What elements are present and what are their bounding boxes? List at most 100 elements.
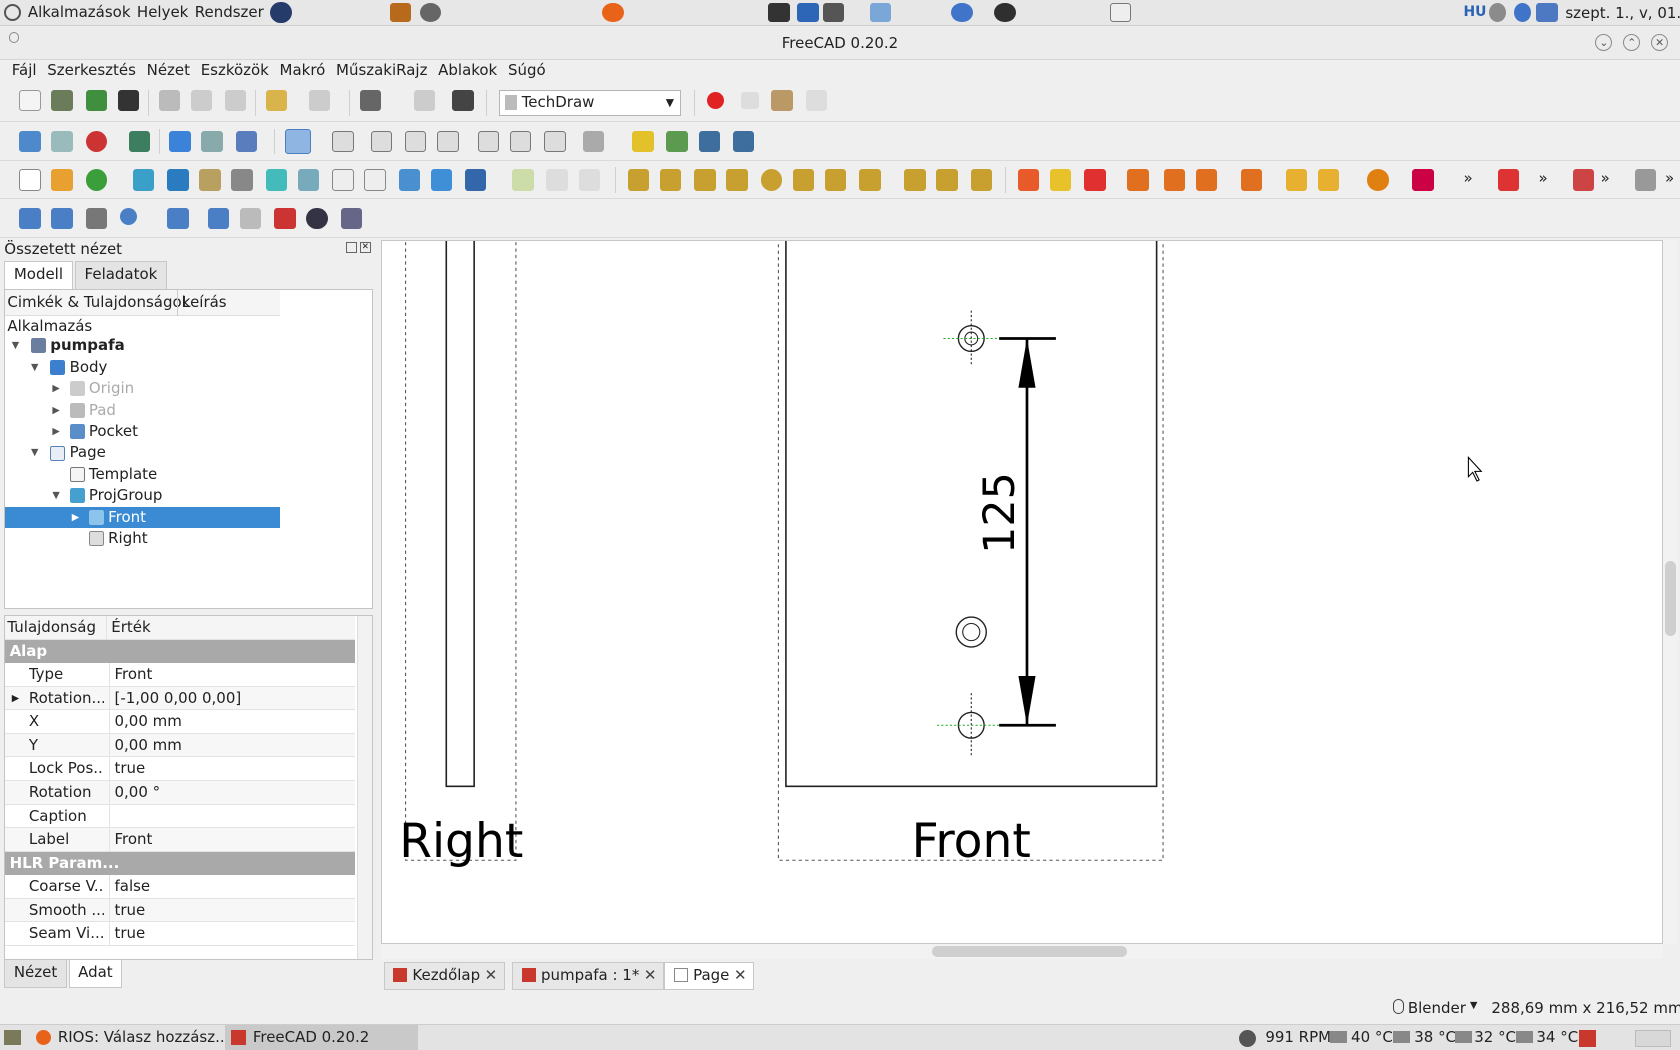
- tab-start-page[interactable]: Kezdőlap ✕: [383, 962, 505, 990]
- fit-all-icon[interactable]: [19, 130, 41, 153]
- export-icon[interactable]: [1572, 169, 1595, 191]
- clip-group-icon[interactable]: [430, 169, 453, 191]
- insert-view-icon[interactable]: [132, 169, 155, 191]
- tree-item-pumpafa[interactable]: ▼ pumpafa: [5, 335, 279, 356]
- pencil-icon[interactable]: [274, 207, 296, 230]
- vertical-dimension-icon[interactable]: [694, 169, 716, 191]
- tab-data[interactable]: Adat: [68, 959, 123, 988]
- new-page-template-icon[interactable]: [51, 169, 73, 191]
- open-icon[interactable]: [51, 89, 73, 112]
- workbench-selector[interactable]: TechDraw ▼: [499, 89, 682, 116]
- tab-pumpafa[interactable]: pumpafa : 1* ✕: [512, 962, 664, 990]
- group-base[interactable]: Alap: [5, 639, 355, 664]
- view-rear-icon[interactable]: [477, 130, 500, 153]
- view-left-icon[interactable]: [544, 130, 566, 153]
- property-row[interactable]: X 0,00 mm: [5, 710, 355, 734]
- overflow-icon[interactable]: »: [1464, 169, 1473, 187]
- task-browser[interactable]: RIOS: Válasz hozzász...: [30, 1025, 229, 1050]
- expand-arrow-icon[interactable]: ▼: [52, 485, 59, 506]
- zoom-box-icon[interactable]: [284, 128, 311, 155]
- calculator-icon[interactable]: [822, 3, 845, 23]
- menu-techdraw[interactable]: MűszakiRajz: [331, 60, 433, 84]
- view-right-icon[interactable]: [437, 130, 459, 153]
- property-row[interactable]: Lock Pos... true: [5, 757, 355, 781]
- expand-arrow-icon[interactable]: ▼: [31, 442, 38, 463]
- angle-dimension-icon[interactable]: [792, 169, 815, 191]
- close-tab-icon[interactable]: ✕: [734, 963, 747, 989]
- cosmetic-eraser-icon[interactable]: [1163, 169, 1185, 191]
- projection-group-icon[interactable]: [199, 169, 221, 191]
- tab-tasks[interactable]: Feladatok: [74, 261, 167, 290]
- angle-3pt-dimension-icon[interactable]: [824, 169, 847, 191]
- copy-icon[interactable]: [190, 89, 213, 112]
- firefox-icon[interactable]: [602, 3, 624, 23]
- circle-centerline-icon[interactable]: [1367, 169, 1389, 191]
- tab-view[interactable]: Nézet: [4, 959, 67, 988]
- view-bottom-icon[interactable]: [509, 130, 532, 153]
- close-tab-icon[interactable]: ✕: [485, 963, 498, 989]
- back-icon[interactable]: [169, 130, 191, 153]
- bounding-box-icon[interactable]: [128, 130, 150, 153]
- techdraw-page[interactable]: 125 Right Front: [382, 240, 1662, 944]
- text-annotation-icon[interactable]: [19, 207, 41, 230]
- column-value[interactable]: Érték: [105, 615, 352, 640]
- drawing-canvas[interactable]: 125 Right Front: [381, 239, 1663, 944]
- cosmetic-vertex-icon[interactable]: [1127, 169, 1149, 191]
- overflow-icon[interactable]: »: [1665, 169, 1674, 187]
- face-centerline-icon[interactable]: [1195, 169, 1218, 191]
- redraw-icon[interactable]: [85, 169, 108, 191]
- menu-macro[interactable]: Makró: [274, 60, 330, 84]
- expand-arrow-icon[interactable]: ▼: [31, 357, 38, 378]
- property-row[interactable]: Label Front: [5, 828, 355, 852]
- tab-model[interactable]: Modell: [4, 261, 73, 290]
- circle-icon[interactable]: [119, 207, 138, 225]
- link-icon[interactable]: [235, 130, 258, 153]
- paste-icon[interactable]: [224, 89, 247, 112]
- keyboard-layout[interactable]: HU: [1464, 4, 1487, 20]
- close-panel-icon[interactable]: ✕: [359, 242, 371, 253]
- view-isometric-icon[interactable]: [332, 130, 354, 153]
- record-macro-icon[interactable]: [707, 92, 725, 110]
- menu-view[interactable]: Nézet: [141, 60, 195, 84]
- undo-icon[interactable]: [265, 89, 288, 112]
- menu-windows[interactable]: Ablakok: [433, 60, 503, 84]
- arch-view-icon[interactable]: [398, 169, 420, 191]
- display-icon[interactable]: [1536, 3, 1558, 23]
- property-row[interactable]: ▶ Rotation... [-1,00 0,00 0,00]: [5, 686, 355, 711]
- redo-icon[interactable]: [308, 89, 330, 112]
- menu-applications[interactable]: Alkalmazások: [28, 3, 131, 21]
- tree-item-front[interactable]: ▶ Front: [5, 506, 280, 529]
- overflow-icon[interactable]: »: [1539, 169, 1548, 187]
- menu-edit[interactable]: Szerkesztés: [42, 60, 141, 84]
- tree-item-projgroup[interactable]: ▼ ProjGroup: [5, 485, 279, 506]
- network-icon[interactable]: [869, 3, 892, 23]
- scroll-thumb[interactable]: [932, 946, 1128, 957]
- menu-help[interactable]: Súgó: [503, 60, 551, 84]
- tree-item-body[interactable]: ▼ Body: [5, 357, 279, 378]
- view-front-icon[interactable]: [370, 130, 393, 153]
- forward-icon[interactable]: [201, 130, 223, 153]
- centerline-icon[interactable]: [1084, 169, 1106, 191]
- expand-arrow-icon[interactable]: ▶: [52, 400, 59, 421]
- view-top-icon[interactable]: [404, 130, 427, 153]
- horizontal-dimension-icon[interactable]: [659, 169, 682, 191]
- draw-line-icon[interactable]: [51, 207, 73, 230]
- tree-item-pad[interactable]: ▶ Pad: [5, 400, 279, 421]
- weld-icon[interactable]: [1285, 169, 1308, 191]
- launcher-wine-icon[interactable]: [389, 3, 412, 23]
- symbol-icon[interactable]: [332, 169, 354, 191]
- terminal-icon[interactable]: [768, 3, 790, 23]
- run-icon[interactable]: [994, 3, 1016, 23]
- link-actions-icon[interactable]: [732, 130, 755, 153]
- tree-item-template[interactable]: Template: [5, 464, 279, 485]
- freecad-tray-icon[interactable]: [1579, 1029, 1597, 1047]
- close-tab-icon[interactable]: ✕: [644, 963, 657, 989]
- edit-macro-icon[interactable]: [771, 89, 793, 112]
- workspace-switcher[interactable]: [1634, 1029, 1672, 1047]
- menu-system[interactable]: Rendszer: [195, 3, 264, 21]
- new-document-icon[interactable]: [19, 89, 41, 112]
- cut-icon[interactable]: [158, 89, 180, 112]
- save-icon[interactable]: [797, 3, 819, 23]
- clock[interactable]: szept. 1., v, 01.16: [1565, 4, 1680, 22]
- desktop-icon[interactable]: [4, 1029, 22, 1045]
